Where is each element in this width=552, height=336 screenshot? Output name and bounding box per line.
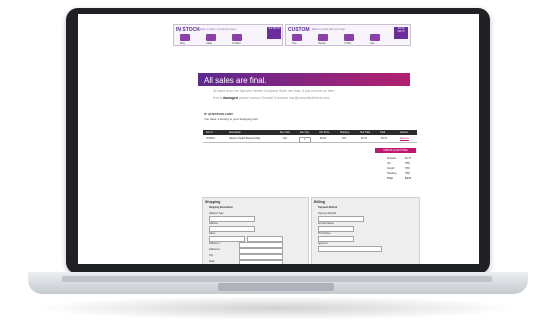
field-label: PO Number	[318, 232, 331, 235]
totals-label: Total	[387, 177, 393, 180]
field-label: Address	[209, 222, 218, 225]
tote-icon	[292, 34, 302, 41]
product-label: Tote	[292, 42, 297, 45]
table-row: NH1001 Navarro Health Branded Mug N/A 1 …	[203, 136, 417, 143]
item-description: Navarro Health Branded Mug	[229, 137, 261, 140]
column-header: Total	[380, 131, 386, 134]
column-header: Item Size	[280, 131, 290, 134]
remove-link[interactable]: Remove	[400, 137, 409, 140]
column-header: Shipping	[340, 131, 350, 134]
unit-price: $4.00	[320, 137, 326, 140]
totals-value: $4.75	[405, 177, 411, 180]
field-label: Address 2	[209, 248, 220, 251]
custom-title: CUSTOM	[288, 27, 310, 33]
column-header: Description	[229, 131, 241, 134]
item-size: N/A	[283, 137, 287, 140]
field-label: Address 1	[209, 242, 220, 245]
cap-icon	[370, 34, 380, 41]
shipping-subtitle: Shipping Destination	[209, 206, 233, 209]
in-stock-banner: IN STOCK Ready to ship in 3 business day…	[173, 24, 283, 46]
sub-total: $4.75	[361, 137, 367, 140]
field-label: City	[209, 254, 214, 257]
totals-value: TBD	[405, 167, 410, 170]
column-header: Unit Price	[319, 131, 330, 134]
totals-label: Subtotal	[387, 157, 396, 160]
product-label: Mug	[180, 42, 185, 45]
mug-icon	[180, 34, 190, 41]
cart-subheading: You have 1 item(s) in your shopping cart	[204, 117, 258, 121]
address-select[interactable]	[209, 226, 255, 232]
totals-label: Freight	[387, 167, 395, 170]
field-label: Account Name	[318, 222, 334, 225]
hoodie-icon	[318, 34, 328, 41]
totals-value: TBD	[405, 172, 410, 175]
notice-emphasis: damaged	[223, 96, 238, 100]
totals-value: TBD	[405, 162, 410, 165]
quantity-input[interactable]: 1	[299, 136, 311, 143]
cart-table-header: Item # Description Item Size Item Qty Un…	[203, 130, 417, 135]
billing-section: Billing Payment Method Payment Method Ac…	[311, 197, 420, 264]
laptop-trackpad	[218, 283, 334, 291]
shipping-title: Shipping	[205, 200, 221, 204]
sales-final-banner: All sales are final.	[198, 73, 410, 86]
product-label: Hoodie	[318, 42, 326, 45]
shipping-section: Shipping Shipping Destination Address Ty…	[202, 197, 309, 264]
field-label: Approver	[318, 242, 328, 245]
field-label: State	[209, 260, 215, 263]
product-label: Glass	[206, 42, 213, 45]
custom-banner: CUSTOM Made to order with your logo 10-1…	[285, 24, 411, 46]
quantity-value: 1	[304, 138, 306, 141]
product-label: Cap	[370, 42, 375, 45]
item-number: NH1001	[206, 137, 215, 140]
tumbler-icon	[232, 34, 242, 41]
laptop-shadow	[30, 296, 522, 320]
laptop-screen: IN STOCK Ready to ship in 3 business day…	[78, 14, 479, 264]
totals-value: $4.75	[405, 157, 411, 160]
product-label: T-Shirt	[344, 42, 352, 45]
row-total: $4.75	[381, 137, 387, 140]
product-label: Tumbler	[232, 42, 241, 45]
update-quantities-button[interactable]: UPDATE QUANTITIES	[375, 148, 416, 153]
notice-line-1: All sales from the Navarro Health Compan…	[213, 89, 335, 93]
totals-label: Handling	[387, 172, 397, 175]
field-label: Name	[209, 232, 216, 235]
billing-subtitle: Payment Method	[318, 206, 338, 209]
notice-line-2: that is damaged please contact Summit So…	[213, 96, 330, 100]
notice-suffix: please contact Summit Solutions info@sum…	[238, 96, 330, 100]
billing-title: Billing	[314, 200, 325, 204]
state-select[interactable]	[239, 260, 283, 264]
column-header: Sub Total	[360, 131, 370, 134]
order-totals: Subtotal $4.75 Tax TBD Freight TBD Handl…	[387, 157, 417, 185]
in-stock-title: IN STOCK	[176, 27, 200, 33]
approver-field[interactable]	[318, 246, 382, 252]
sales-final-headline: All sales are final.	[204, 76, 267, 85]
in-stock-badge: 3-5 DAYS	[267, 27, 281, 39]
tshirt-icon	[344, 34, 354, 41]
field-label: Payment Method	[318, 212, 337, 215]
column-header: Actions	[400, 131, 408, 134]
custom-badge: 10-15 DAYS	[394, 27, 408, 39]
glass-icon	[206, 34, 216, 41]
notice-prefix: that is	[213, 96, 223, 100]
laptop-hinge	[62, 276, 492, 282]
in-stock-subtitle: Ready to ship in 3 business days	[198, 28, 236, 31]
column-header: Item #	[206, 131, 213, 134]
custom-subtitle: Made to order with your logo	[312, 28, 345, 31]
totals-label: Tax	[387, 162, 391, 165]
cart-heading: IT: QUESTION CART	[204, 112, 233, 116]
field-label: Address Type	[209, 212, 224, 215]
shipping-cost: N/A	[342, 137, 346, 140]
column-header: Item Qty	[300, 131, 310, 134]
